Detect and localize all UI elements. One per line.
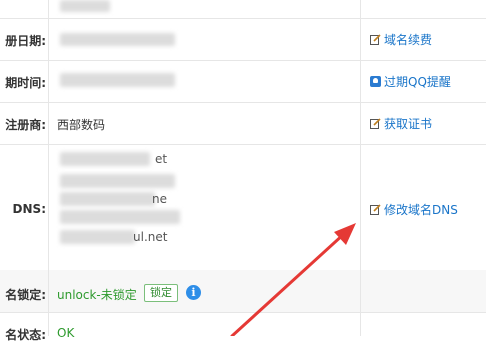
get-certificate-link[interactable]: 获取证书 bbox=[370, 115, 432, 132]
row-dns: DNS: et ne ul.net 修改域名DNS bbox=[0, 144, 486, 271]
row-expire-time: 期时间: 过期QQ提醒 bbox=[0, 60, 486, 103]
blurred-value bbox=[60, 0, 110, 12]
dns-label: DNS: bbox=[12, 202, 46, 216]
dns-server-5-fragment: ul.net bbox=[133, 230, 168, 244]
domain-lock-label: 名锁定: bbox=[5, 288, 46, 302]
domain-status-label: 名状态: bbox=[5, 328, 46, 342]
qq-expire-reminder-link[interactable]: 过期QQ提醒 bbox=[370, 73, 451, 90]
renew-domain-link[interactable]: 域名续费 bbox=[370, 31, 432, 48]
dns-server-1-redacted bbox=[60, 152, 150, 166]
column-divider-right bbox=[360, 0, 361, 336]
qq-expire-reminder-label: 过期QQ提醒 bbox=[384, 75, 451, 89]
row-registrar: 注册商: 西部数码 获取证书 bbox=[0, 102, 486, 145]
registration-date-label: 册日期: bbox=[5, 34, 46, 48]
row-registration-date: 册日期: 域名续费 bbox=[0, 18, 486, 61]
edit-icon bbox=[370, 34, 381, 45]
modify-dns-link[interactable]: 修改域名DNS bbox=[370, 201, 458, 218]
column-divider-left bbox=[48, 0, 49, 336]
dns-server-5-redacted bbox=[60, 230, 135, 244]
renew-domain-label: 域名续费 bbox=[384, 33, 433, 47]
get-certificate-label: 获取证书 bbox=[384, 117, 433, 131]
edit-icon bbox=[370, 118, 381, 129]
registration-date-value-redacted bbox=[60, 33, 175, 46]
registrar-value: 西部数码 bbox=[57, 118, 106, 132]
registrar-label: 注册商: bbox=[5, 118, 46, 132]
dns-server-1-fragment: et bbox=[155, 152, 168, 166]
modify-dns-label: 修改域名DNS bbox=[384, 203, 458, 217]
bell-icon bbox=[370, 76, 381, 87]
lock-button[interactable]: 锁定 bbox=[144, 284, 178, 302]
expire-time-label: 期时间: bbox=[5, 76, 46, 90]
info-icon[interactable]: i bbox=[186, 285, 201, 300]
edit-icon bbox=[370, 204, 381, 215]
row-top-partial bbox=[0, 0, 486, 19]
dns-server-3-redacted bbox=[60, 192, 155, 206]
dns-server-4-redacted bbox=[60, 210, 180, 224]
domain-lock-status: unlock-未锁定 bbox=[57, 288, 137, 302]
domain-status-value: OK bbox=[57, 326, 75, 340]
dns-server-3-fragment: ne bbox=[152, 192, 167, 206]
dns-server-2-redacted bbox=[60, 174, 175, 188]
expire-time-value-redacted bbox=[60, 73, 175, 87]
